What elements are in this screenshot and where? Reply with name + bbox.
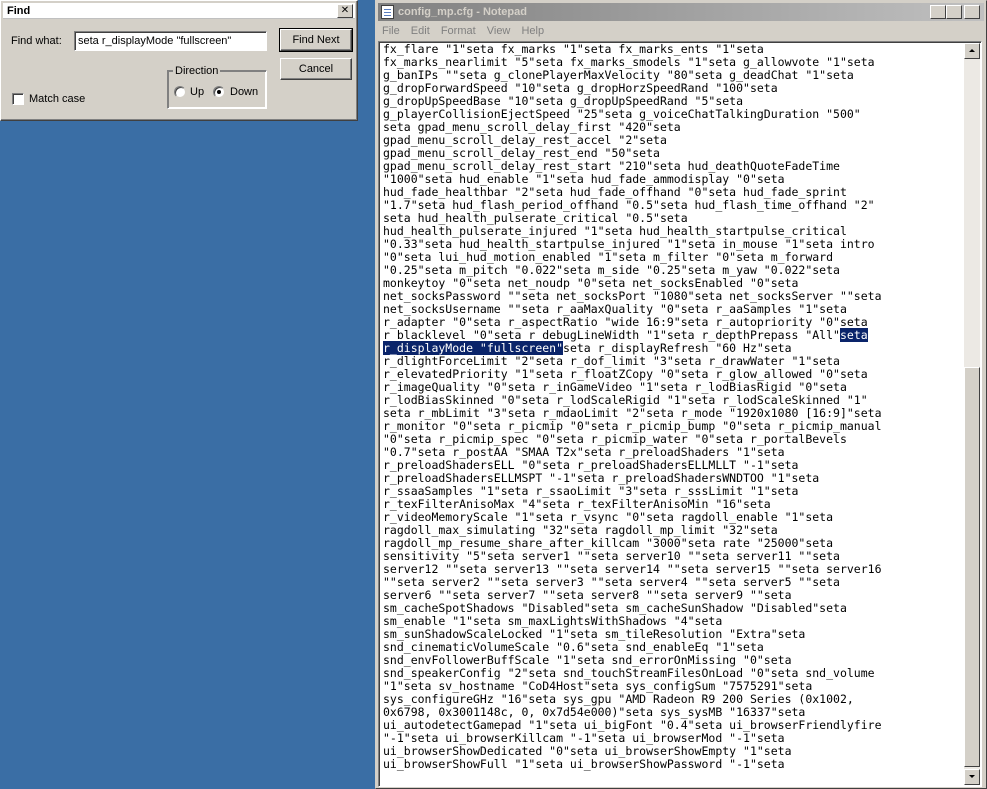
menu-view[interactable]: View	[483, 22, 515, 40]
selection-part-2: r_displayMode "fullscreen"	[383, 341, 564, 355]
text-after-selection: seta r_displayRefresh "60 Hz"seta r_dlig…	[383, 341, 882, 771]
radio-selected-dot	[217, 90, 221, 94]
find-dialog-title: Find	[7, 5, 31, 17]
menu-edit[interactable]: Edit	[407, 22, 434, 40]
selection-part-1: seta	[839, 328, 868, 342]
maximize-button[interactable]: □	[946, 5, 962, 19]
direction-down-label[interactable]: Down	[230, 86, 258, 98]
match-case-checkbox[interactable]	[12, 93, 24, 105]
find-next-label: Find Next	[292, 34, 340, 46]
arrow-down-icon	[969, 775, 975, 778]
find-what-label: Find what:	[11, 35, 62, 47]
notepad-app-icon[interactable]	[381, 5, 394, 19]
scroll-down-button[interactable]	[964, 769, 980, 785]
find-dialog-titlebar[interactable]: Find ✕	[3, 3, 355, 19]
menu-help[interactable]: Help	[517, 22, 548, 40]
vertical-scrollbar[interactable]	[964, 43, 980, 785]
notepad-title: config_mp.cfg - Notepad	[398, 6, 527, 18]
cancel-label: Cancel	[298, 63, 334, 75]
direction-down-radio[interactable]	[213, 86, 225, 98]
notepad-text-area[interactable]: fx_flare "1"seta fx_marks "1"seta fx_mar…	[378, 41, 982, 787]
notepad-menubar: File Edit Format View Help	[378, 22, 984, 40]
notepad-window: config_mp.cfg - Notepad _ □ ✕ File Edit …	[375, 0, 987, 789]
direction-up-label[interactable]: Up	[190, 86, 204, 98]
text-before-selection: fx_flare "1"seta fx_marks "1"seta fx_mar…	[383, 42, 882, 342]
match-case-label[interactable]: Match case	[29, 93, 85, 105]
find-next-button[interactable]: Find Next	[279, 28, 353, 52]
direction-up-radio[interactable]	[174, 86, 186, 98]
find-dialog: Find ✕ Find what: Find Next Cancel Direc…	[0, 0, 358, 121]
notepad-text: fx_flare "1"seta fx_marks "1"seta fx_mar…	[383, 43, 963, 771]
menu-file[interactable]: File	[378, 22, 404, 40]
find-close-button[interactable]: ✕	[337, 4, 353, 18]
arrow-up-icon	[969, 49, 975, 52]
minimize-button[interactable]: _	[930, 5, 946, 19]
cancel-button[interactable]: Cancel	[280, 58, 352, 80]
scrollbar-thumb[interactable]	[964, 367, 980, 767]
direction-label: Direction	[173, 65, 221, 77]
menu-format[interactable]: Format	[437, 22, 480, 40]
notepad-titlebar[interactable]: config_mp.cfg - Notepad _ □ ✕	[378, 3, 984, 21]
find-what-input[interactable]	[74, 31, 267, 51]
scroll-up-button[interactable]	[964, 43, 980, 59]
close-button[interactable]: ✕	[964, 5, 980, 19]
